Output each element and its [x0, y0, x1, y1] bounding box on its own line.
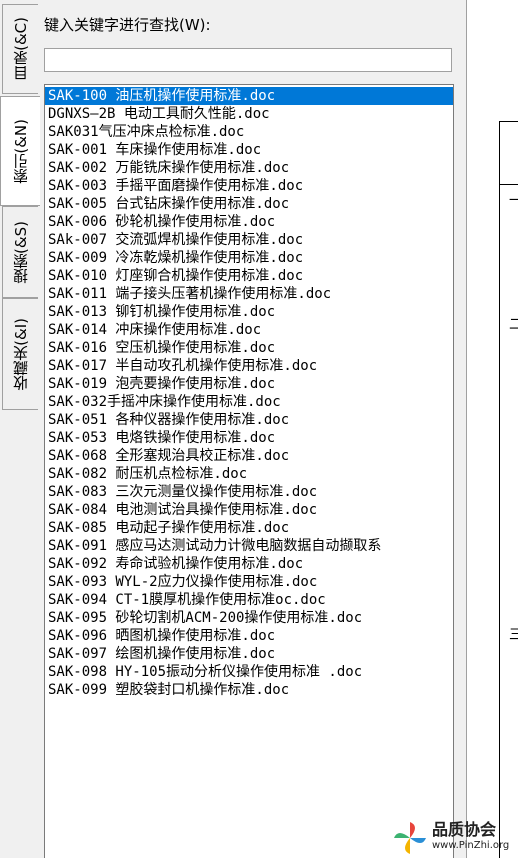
list-item[interactable]: SAK031气压冲床点检标准.doc — [45, 123, 453, 141]
section-mark: 二 — [509, 317, 518, 333]
list-item[interactable]: SAK-002 万能铣床操作使用标准.doc — [45, 159, 453, 177]
list-item[interactable]: SAK-051 各种仪器操作使用标准.doc — [45, 411, 453, 429]
keyword-search-input[interactable] — [44, 48, 452, 72]
list-item[interactable]: SAK-095 砂轮切割机ACM-200操作使用标准.doc — [45, 609, 453, 627]
help-window: 目录(&C) 索引(&N) 搜索(&S) 收藏夹(&I) 键入关键字进行查找(W… — [0, 0, 467, 858]
tab-index[interactable]: 索引(&N) — [0, 96, 40, 206]
list-item[interactable]: SAK-011 端子接头压著机操作使用标准.doc — [45, 285, 453, 303]
list-item[interactable]: SAK-098 HY-105振动分析仪操作使用标准 .doc — [45, 663, 453, 681]
list-item[interactable]: SAK-093 WYL-2应力仪操作使用标准.doc — [45, 573, 453, 591]
list-item[interactable]: SAK-083 三次元测量仪操作使用标准.doc — [45, 483, 453, 501]
list-item[interactable]: SAK-001 车床操作使用标准.doc — [45, 141, 453, 159]
tab-favorites-label: 收藏夹(&I) — [12, 317, 30, 391]
list-item[interactable]: SAK-068 全形塞规治具校正标准.doc — [45, 447, 453, 465]
list-item[interactable]: SAK-099 塑胶袋封口机操作标准.doc — [45, 681, 453, 699]
vertical-tab-strip: 目录(&C) 索引(&N) 搜索(&S) 收藏夹(&I) — [0, 0, 40, 858]
tab-search-label: 搜索(&S) — [12, 220, 30, 284]
list-item[interactable]: SAK-092 寿命试验机操作使用标准.doc — [45, 555, 453, 573]
list-item[interactable]: SAK-014 冲床操作使用标准.doc — [45, 321, 453, 339]
watermark-url: www.PinZhi.org — [432, 840, 510, 851]
list-item[interactable]: SAK-010 灯座铆合机操作使用标准.doc — [45, 267, 453, 285]
list-item[interactable]: SAK-009 冷冻乾燥机操作使用标准.doc — [45, 249, 453, 267]
pinwheel-logo-icon — [392, 820, 428, 856]
search-label: 键入关键字进行查找(W): — [44, 16, 211, 34]
list-item[interactable]: SAK-005 台式钻床操作使用标准.doc — [45, 195, 453, 213]
list-item[interactable]: SAK-091 感应马达测试动力计微电脑数据自动撷取系 — [45, 537, 453, 555]
list-item[interactable]: SAK-017 半自动攻孔机操作使用标准.doc — [45, 357, 453, 375]
tab-favorites[interactable]: 收藏夹(&I) — [2, 298, 38, 410]
list-item[interactable]: SAK-016 空压机操作使用标准.doc — [45, 339, 453, 357]
list-item[interactable]: SAK-032手摇冲床操作使用标准.doc — [45, 393, 453, 411]
document-pane: 一 二 三 — [467, 0, 518, 858]
list-item[interactable]: SAK-096 晒图机操作使用标准.doc — [45, 627, 453, 645]
table-border-line — [499, 121, 518, 122]
section-mark: 一 — [509, 193, 518, 209]
tab-index-label: 索引(&N) — [12, 118, 30, 184]
table-border-line — [499, 184, 518, 185]
list-item[interactable]: SAk-007 交流弧焊机操作使用标准.doc — [45, 231, 453, 249]
list-item[interactable]: SAK-100 油压机操作使用标准.doc — [45, 87, 453, 105]
index-list: SAK-100 油压机操作使用标准.doc DGNXS—2B 电动工具耐久性能.d… — [45, 85, 453, 699]
watermark: 品质协会 www.PinZhi.org — [392, 818, 518, 858]
list-item[interactable]: SAK-006 砂轮机操作使用标准.doc — [45, 213, 453, 231]
list-item[interactable]: SAK-019 泡壳要操作使用标准.doc — [45, 375, 453, 393]
watermark-title: 品质协会 — [432, 820, 497, 839]
list-item[interactable]: SAK-003 手摇平面磨操作使用标准.doc — [45, 177, 453, 195]
list-item[interactable]: SAK-094 CT-1膜厚机操作使用标准oc.doc — [45, 591, 453, 609]
tab-search[interactable]: 搜索(&S) — [2, 206, 38, 298]
index-panel: 键入关键字进行查找(W): SAK-100 油压机操作使用标准.doc DGNXS… — [40, 0, 466, 858]
index-listbox[interactable]: SAK-100 油压机操作使用标准.doc DGNXS—2B 电动工具耐久性能.d… — [44, 84, 454, 858]
list-item[interactable]: SAK-084 电池测试治具操作使用标准.doc — [45, 501, 453, 519]
list-item[interactable]: SAK-082 耐压机点检标准.doc — [45, 465, 453, 483]
panel-splitter[interactable] — [460, 0, 467, 858]
list-item[interactable]: SAK-097 绘图机操作使用标准.doc — [45, 645, 453, 663]
list-item[interactable]: SAK-085 电动起子操作使用标准.doc — [45, 519, 453, 537]
table-border-line — [499, 121, 500, 858]
list-item[interactable]: DGNXS—2B 电动工具耐久性能.doc — [45, 105, 453, 123]
tab-contents-label: 目录(&C) — [12, 17, 30, 81]
section-mark: 三 — [509, 627, 518, 643]
list-item[interactable]: SAK-013 铆钉机操作使用标准.doc — [45, 303, 453, 321]
tab-contents[interactable]: 目录(&C) — [2, 4, 38, 94]
list-item[interactable]: SAK-053 电烙铁操作使用标准.doc — [45, 429, 453, 447]
